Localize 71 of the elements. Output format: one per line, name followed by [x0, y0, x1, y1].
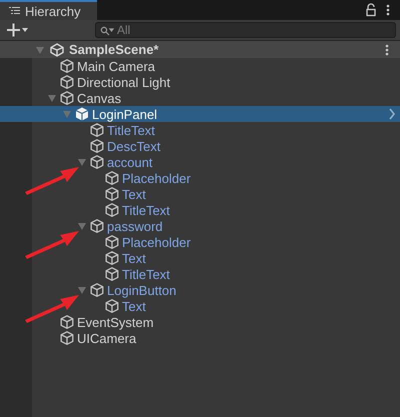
item-name: DescText: [107, 138, 160, 154]
cube-icon: [74, 106, 90, 122]
item-name: Text: [122, 250, 146, 266]
hierarchy-item[interactable]: account: [0, 154, 400, 170]
hierarchy-item[interactable]: LoginPanel: [0, 106, 400, 122]
more-icon[interactable]: [386, 3, 390, 17]
hierarchy-item[interactable]: TitleText: [0, 202, 400, 218]
hierarchy-item[interactable]: UICamera: [0, 330, 400, 346]
expand-toggle-icon[interactable]: [77, 285, 87, 295]
cube-icon: [59, 314, 75, 330]
cube-icon: [59, 58, 75, 74]
cube-icon: [89, 138, 105, 154]
item-name: TitleText: [122, 266, 170, 282]
hierarchy-item[interactable]: Text: [0, 250, 400, 266]
item-name: TitleText: [122, 202, 170, 218]
hierarchy-item[interactable]: Text: [0, 298, 400, 314]
expand-toggle-icon[interactable]: [77, 221, 87, 231]
item-name: Canvas: [77, 90, 122, 106]
cube-icon: [104, 202, 120, 218]
hierarchy-item[interactable]: Text: [0, 186, 400, 202]
cube-icon: [89, 282, 105, 298]
hierarchy-item[interactable]: password: [0, 218, 400, 234]
hierarchy-item[interactable]: EventSystem: [0, 314, 400, 330]
cube-icon: [104, 298, 120, 314]
cube-icon: [59, 330, 75, 346]
item-name: Text: [122, 298, 146, 314]
cube-icon: [59, 90, 75, 106]
item-name: account: [107, 154, 153, 170]
tab-title: Hierarchy: [25, 4, 81, 18]
item-name: EventSystem: [77, 314, 154, 330]
add-dropdown-icon[interactable]: [7, 23, 29, 37]
hierarchy-item[interactable]: DescText: [0, 138, 400, 154]
expand-toggle-icon[interactable]: [62, 109, 72, 119]
hierarchy-tab[interactable]: Hierarchy: [0, 0, 97, 20]
expand-toggle-icon[interactable]: [35, 44, 45, 54]
hierarchy-item[interactable]: Main Camera: [0, 58, 400, 74]
list-icon: [9, 6, 21, 16]
cube-icon: [104, 266, 120, 282]
cube-icon: [89, 218, 105, 234]
expand-toggle-icon[interactable]: [77, 157, 87, 167]
item-name: LoginButton: [107, 282, 176, 298]
cube-icon: [89, 122, 105, 138]
cube-icon: [104, 250, 120, 266]
expand-toggle-icon[interactable]: [47, 93, 57, 103]
item-name: UICamera: [77, 330, 136, 346]
scene-row[interactable]: SampleScene*: [0, 41, 400, 58]
more-icon[interactable]: [385, 42, 389, 56]
cube-icon: [104, 234, 120, 250]
item-name: Main Camera: [77, 58, 156, 74]
hierarchy-item[interactable]: Canvas: [0, 90, 400, 106]
item-name: LoginPanel: [92, 106, 158, 122]
hierarchy-item[interactable]: Placeholder: [0, 170, 400, 186]
search-field[interactable]: All: [95, 22, 396, 38]
cube-icon: [89, 154, 105, 170]
hierarchy-item[interactable]: TitleText: [0, 122, 400, 138]
cube-icon: [104, 170, 120, 186]
hierarchy-item[interactable]: Placeholder: [0, 234, 400, 250]
item-name: Placeholder: [122, 170, 191, 186]
item-name: password: [107, 218, 163, 234]
item-name: TitleText: [107, 122, 155, 138]
cube-icon: [104, 186, 120, 202]
lock-icon[interactable]: [365, 3, 377, 17]
scene-name: SampleScene*: [69, 42, 159, 57]
chevron-right-icon[interactable]: [388, 108, 396, 120]
hierarchy-item[interactable]: Directional Light: [0, 74, 400, 90]
item-name: Text: [122, 186, 146, 202]
item-name: Placeholder: [122, 234, 191, 250]
hierarchy-item[interactable]: TitleText: [0, 266, 400, 282]
item-name: Directional Light: [77, 74, 170, 90]
hierarchy-item[interactable]: LoginButton: [0, 282, 400, 298]
cube-icon: [59, 74, 75, 90]
